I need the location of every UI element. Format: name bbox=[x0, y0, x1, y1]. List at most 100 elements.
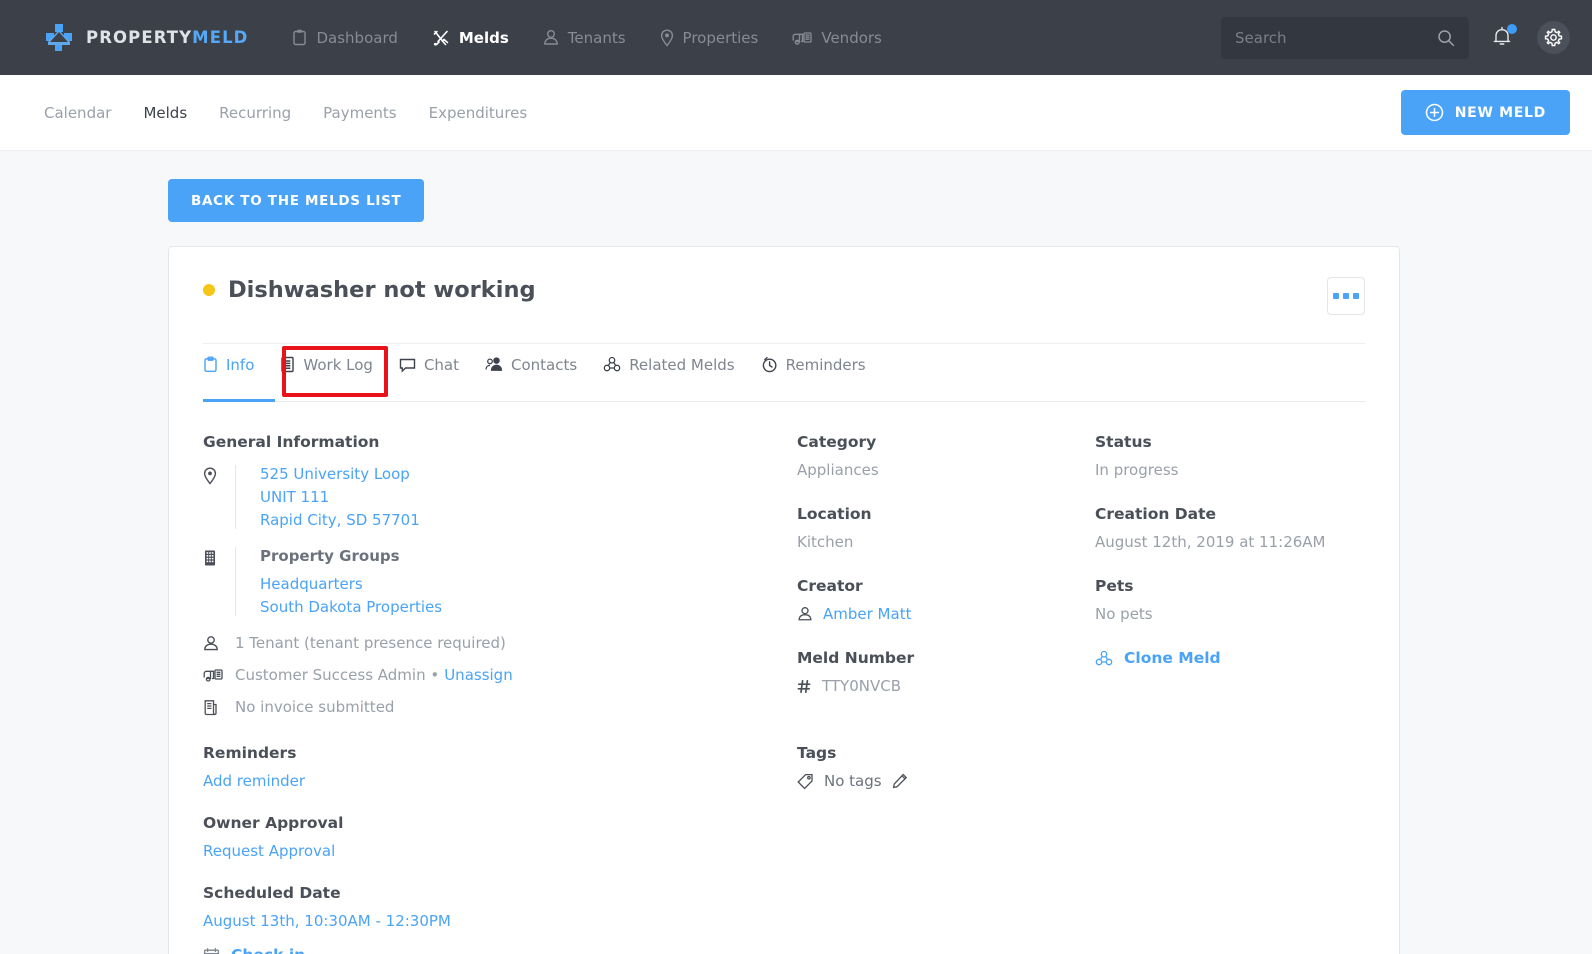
property-group-south-dakota[interactable]: South Dakota Properties bbox=[260, 598, 442, 616]
top-header: PROPERTYMELD Dashboard Melds Tenants Pro… bbox=[0, 0, 1592, 75]
kebab-dot bbox=[1333, 293, 1339, 299]
subnav-item-payments[interactable]: Payments bbox=[323, 104, 396, 122]
subnav-item-calendar[interactable]: Calendar bbox=[44, 104, 111, 122]
tab-work-log[interactable]: Work Log bbox=[280, 344, 373, 401]
assignee-text: Customer Success Admin • bbox=[235, 666, 440, 684]
pets-label: Pets bbox=[1095, 577, 1134, 595]
sub-navigation: Calendar Melds Recurring Payments Expend… bbox=[0, 75, 1592, 151]
tab-label: Related Melds bbox=[629, 355, 735, 374]
search-icon[interactable] bbox=[1437, 29, 1455, 47]
nav-item-properties[interactable]: Properties bbox=[660, 28, 759, 47]
address-line-2[interactable]: UNIT 111 bbox=[260, 488, 420, 506]
clipboard-icon bbox=[292, 29, 307, 46]
creation-date-value: August 12th, 2019 at 11:26AM bbox=[1095, 533, 1326, 551]
address-row: 525 University Loop UNIT 111 Rapid City,… bbox=[203, 465, 797, 529]
category-value: Appliances bbox=[797, 461, 879, 479]
details-middle-column: Category Appliances Location Kitchen Cre… bbox=[797, 433, 1095, 730]
nav-label: Dashboard bbox=[316, 28, 398, 47]
back-to-melds-list-button[interactable]: BACK TO THE MELDS LIST bbox=[168, 179, 425, 222]
meld-number-row: TTY0NVCB bbox=[797, 677, 1095, 695]
clone-meld-row[interactable]: Clone Meld bbox=[1095, 649, 1365, 667]
check-in-button[interactable]: Check in bbox=[203, 946, 797, 954]
meld-detail-card: Dishwasher not working Info Work Log Cha… bbox=[168, 246, 1400, 954]
notifications-button[interactable] bbox=[1491, 23, 1517, 51]
header-actions bbox=[1221, 16, 1570, 59]
nav-label: Properties bbox=[682, 28, 759, 47]
meld-number-block: Meld Number TTY0NVCB bbox=[797, 649, 1095, 695]
nav-item-tenants[interactable]: Tenants bbox=[543, 29, 626, 47]
truck-icon bbox=[203, 667, 235, 683]
tab-label: Work Log bbox=[303, 355, 373, 374]
edit-pencil-icon[interactable] bbox=[892, 773, 908, 789]
tab-label: Chat bbox=[423, 355, 459, 374]
reminders-label: Reminders bbox=[203, 744, 297, 762]
building-icon bbox=[203, 547, 235, 567]
scheduled-date-link[interactable]: August 13th, 10:30AM - 12:30PM bbox=[203, 912, 797, 930]
unassign-link[interactable]: Unassign bbox=[444, 666, 513, 684]
nav-item-melds[interactable]: Melds bbox=[432, 29, 509, 47]
brand-logo[interactable]: PROPERTYMELD bbox=[44, 23, 248, 53]
tags-value: No tags bbox=[824, 772, 882, 790]
lower-right-column: Tags No tags bbox=[797, 744, 1365, 954]
nav-label: Melds bbox=[458, 28, 509, 47]
more-options-button[interactable] bbox=[1327, 277, 1365, 315]
subnav-item-recurring[interactable]: Recurring bbox=[219, 104, 291, 122]
invoice-text: No invoice submitted bbox=[235, 698, 395, 716]
tab-chat[interactable]: Chat bbox=[399, 344, 459, 401]
add-reminder-link[interactable]: Add reminder bbox=[203, 772, 797, 790]
creation-date-label: Creation Date bbox=[1095, 505, 1217, 523]
status-block: Status In progress bbox=[1095, 433, 1365, 479]
tags-block: Tags No tags bbox=[797, 744, 1365, 790]
tab-info[interactable]: Info bbox=[203, 344, 254, 401]
nav-item-dashboard[interactable]: Dashboard bbox=[292, 28, 398, 47]
settings-button[interactable] bbox=[1537, 21, 1570, 54]
page-title: Dishwasher not working bbox=[203, 277, 536, 303]
tab-related-melds[interactable]: Related Melds bbox=[603, 344, 735, 401]
map-pin-icon bbox=[660, 28, 674, 47]
tags-label: Tags bbox=[797, 744, 837, 762]
subnav-item-expenditures[interactable]: Expenditures bbox=[429, 104, 528, 122]
invoice-icon bbox=[203, 699, 235, 716]
address-line-3[interactable]: Rapid City, SD 57701 bbox=[260, 511, 420, 529]
creator-row: Amber Matt bbox=[797, 605, 1095, 623]
person-icon bbox=[203, 635, 235, 652]
search-input[interactable] bbox=[1235, 28, 1437, 47]
gear-icon bbox=[1544, 28, 1563, 47]
tab-reminders[interactable]: Reminders bbox=[761, 344, 866, 401]
page-content: BACK TO THE MELDS LIST Dishwasher not wo… bbox=[0, 151, 1592, 954]
nav-item-vendors[interactable]: Vendors bbox=[792, 29, 882, 47]
details-right-column: Status In progress Creation Date August … bbox=[1095, 433, 1365, 730]
row-divider bbox=[235, 547, 236, 616]
plus-circle-icon bbox=[1425, 103, 1444, 122]
contacts-icon bbox=[485, 356, 503, 373]
address-line-1[interactable]: 525 University Loop bbox=[260, 465, 420, 483]
meld-card-header: Dishwasher not working bbox=[203, 277, 1365, 315]
property-group-headquarters[interactable]: Headquarters bbox=[260, 575, 442, 593]
lower-left-column: Reminders Add reminder Owner Approval Re… bbox=[203, 744, 797, 954]
person-icon bbox=[543, 29, 559, 46]
nav-label: Tenants bbox=[567, 28, 626, 47]
calendar-icon bbox=[203, 947, 220, 954]
assignee-row: Customer Success Admin • Unassign bbox=[203, 666, 797, 684]
new-meld-button[interactable]: NEW MELD bbox=[1400, 90, 1570, 135]
tab-contacts[interactable]: Contacts bbox=[485, 344, 577, 401]
notification-badge bbox=[1507, 23, 1517, 34]
category-label: Category bbox=[797, 433, 877, 451]
meld-number-label: Meld Number bbox=[797, 649, 915, 667]
creator-link[interactable]: Amber Matt bbox=[823, 605, 911, 623]
new-meld-label: NEW MELD bbox=[1454, 104, 1546, 121]
tags-row: No tags bbox=[797, 772, 1365, 790]
meld-lower-section: Reminders Add reminder Owner Approval Re… bbox=[203, 730, 1365, 954]
location-label: Location bbox=[797, 505, 872, 523]
scheduled-date-block: Scheduled Date August 13th, 10:30AM - 12… bbox=[203, 884, 797, 954]
pets-value: No pets bbox=[1095, 605, 1153, 623]
invoice-row: No invoice submitted bbox=[203, 698, 797, 716]
tenant-text: 1 Tenant (tenant presence required) bbox=[235, 634, 506, 652]
clone-meld-link[interactable]: Clone Meld bbox=[1124, 649, 1221, 667]
brand-name-secondary: MELD bbox=[192, 28, 249, 47]
search-box[interactable] bbox=[1221, 16, 1469, 59]
tag-icon bbox=[797, 773, 814, 790]
request-approval-link[interactable]: Request Approval bbox=[203, 842, 797, 860]
subnav-item-melds[interactable]: Melds bbox=[143, 104, 187, 122]
map-pin-icon bbox=[203, 465, 235, 485]
